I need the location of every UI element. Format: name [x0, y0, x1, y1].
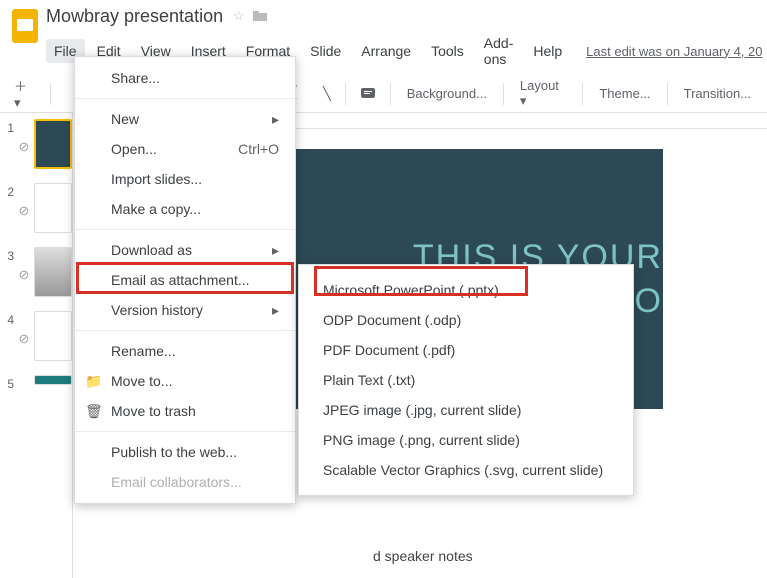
- thumb-number: 1: [0, 119, 14, 135]
- link-icon: ⊘: [19, 203, 30, 219]
- file-download-as[interactable]: Download as▸: [75, 235, 295, 265]
- comment-icon[interactable]: [354, 83, 382, 105]
- file-move-to-trash[interactable]: 🗑Move to trash: [75, 396, 295, 426]
- background-button[interactable]: Background...: [399, 82, 495, 105]
- file-email-collaborators: Email collaborators...: [75, 467, 295, 497]
- thumb-number: 4: [0, 311, 14, 327]
- new-slide-button[interactable]: ＋ ▾: [8, 72, 42, 115]
- menu-help[interactable]: Help: [525, 39, 570, 63]
- file-open[interactable]: Open...Ctrl+O: [75, 134, 295, 164]
- thumbnail-1[interactable]: [34, 119, 72, 169]
- shortcut-label: Ctrl+O: [238, 141, 279, 157]
- download-jpg[interactable]: JPEG image (.jpg, current slide): [299, 395, 633, 425]
- file-email-attachment[interactable]: Email as attachment...: [75, 265, 295, 295]
- document-title[interactable]: Mowbray presentation: [46, 6, 223, 27]
- menu-arrange[interactable]: Arrange: [353, 39, 419, 63]
- download-as-submenu: Microsoft PowerPoint (.pptx) ODP Documen…: [298, 264, 634, 496]
- menu-addons[interactable]: Add-ons: [476, 31, 522, 71]
- chevron-right-icon: ▸: [272, 242, 279, 259]
- trash-icon: 🗑: [85, 403, 103, 420]
- line-icon[interactable]: ╲: [317, 82, 337, 106]
- theme-button[interactable]: Theme...: [591, 82, 658, 105]
- speaker-notes[interactable]: d speaker notes: [373, 548, 473, 564]
- folder-icon[interactable]: [252, 8, 268, 25]
- link-icon: ⊘: [19, 267, 30, 283]
- slide-thumbnails: 1 ⊘ 2 ⊘ 3 ⊘ 4 ⊘ 5: [0, 113, 72, 578]
- download-svg[interactable]: Scalable Vector Graphics (.svg, current …: [299, 455, 633, 485]
- transition-button[interactable]: Transition...: [676, 82, 759, 105]
- file-share[interactable]: Share...: [75, 63, 295, 93]
- file-move-to[interactable]: 📁Move to...: [75, 366, 295, 396]
- thumbnail-2[interactable]: [34, 183, 72, 233]
- file-import-slides[interactable]: Import slides...: [75, 164, 295, 194]
- file-version-history[interactable]: Version history▸: [75, 295, 295, 325]
- menu-slide[interactable]: Slide: [302, 39, 349, 63]
- download-pptx[interactable]: Microsoft PowerPoint (.pptx): [299, 275, 633, 305]
- layout-button[interactable]: Layout ▾: [512, 74, 575, 113]
- chevron-right-icon: ▸: [272, 302, 279, 319]
- link-icon: ⊘: [19, 139, 30, 155]
- thumbnail-5[interactable]: [34, 375, 72, 385]
- download-txt[interactable]: Plain Text (.txt): [299, 365, 633, 395]
- download-odp[interactable]: ODP Document (.odp): [299, 305, 633, 335]
- folder-icon: 📁: [85, 373, 102, 390]
- download-pdf[interactable]: PDF Document (.pdf): [299, 335, 633, 365]
- thumb-number: 5: [0, 375, 14, 391]
- slides-logo: [12, 6, 38, 46]
- file-make-copy[interactable]: Make a copy...: [75, 194, 295, 224]
- file-publish-web[interactable]: Publish to the web...: [75, 437, 295, 467]
- thumbnail-4[interactable]: [34, 311, 72, 361]
- download-png[interactable]: PNG image (.png, current slide): [299, 425, 633, 455]
- file-rename[interactable]: Rename...: [75, 336, 295, 366]
- file-menu-dropdown: Share... New▸ Open...Ctrl+O Import slide…: [74, 56, 296, 504]
- chevron-right-icon: ▸: [272, 111, 279, 128]
- star-icon[interactable]: ☆: [233, 8, 245, 25]
- link-icon: ⊘: [19, 331, 30, 347]
- thumbnail-3[interactable]: [34, 247, 72, 297]
- thumb-number: 3: [0, 247, 14, 263]
- file-new[interactable]: New▸: [75, 104, 295, 134]
- last-edit-link[interactable]: Last edit was on January 4, 20: [586, 44, 762, 59]
- menu-tools[interactable]: Tools: [423, 39, 472, 63]
- thumb-number: 2: [0, 183, 14, 199]
